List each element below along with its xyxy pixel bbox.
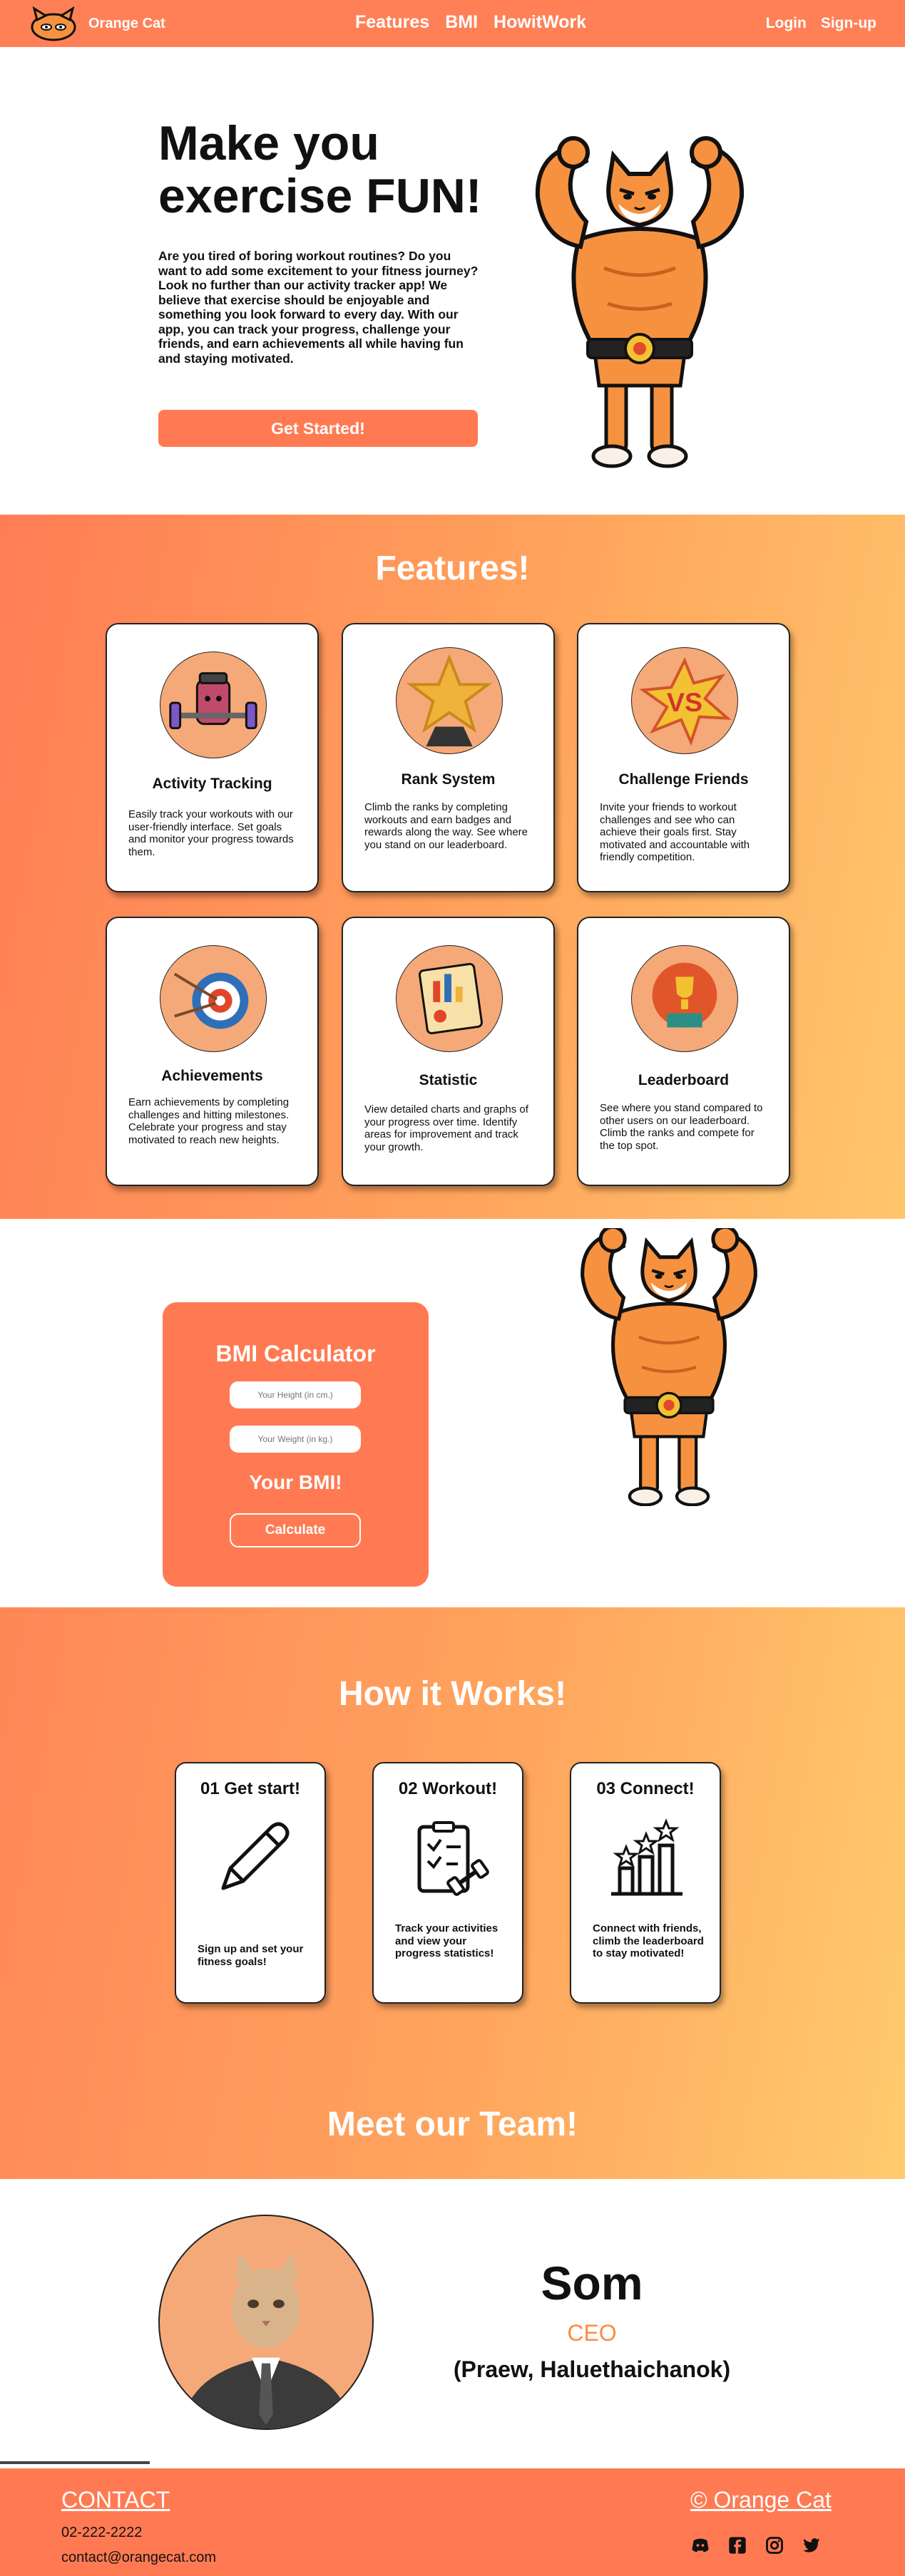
team-section: Som CEO (Praew, Haluethaichanok) (0, 2179, 905, 2468)
features-section: Features! Activity Tracking Easily track… (0, 515, 905, 1219)
dumbbell-jar-icon (160, 651, 267, 758)
muscle-cat-illustration (529, 136, 750, 471)
feature-card-rank-system: Rank System Climb the ranks by completin… (342, 623, 555, 892)
feature-card-statistic: Statistic View detailed charts and graph… (342, 917, 555, 1186)
top-nav: Orange Cat Features BMI HowitWork Login … (0, 0, 905, 47)
contact-link[interactable]: CONTACT (61, 2487, 170, 2513)
nav-link-howitwork[interactable]: HowitWork (494, 12, 586, 33)
contact-phone: 02-222-2222 (61, 2525, 143, 2540)
bmi-section: BMI Calculator Your BMI! Calculate (0, 1219, 905, 1607)
cat-logo-icon (31, 6, 76, 41)
get-started-button[interactable]: Get Started! (158, 410, 478, 447)
feature-card-title: Statistic (419, 1072, 478, 1088)
footer: CONTACT 02-222-2222 contact@orangecat.co… (0, 2468, 905, 2576)
team-member-name: Som (541, 2257, 643, 2309)
feature-card-title: Achievements (161, 1068, 263, 1084)
feature-card-text: See where you stand compared to other us… (600, 1102, 763, 1152)
login-link[interactable]: Login (766, 15, 807, 32)
pencil-icon (221, 1822, 290, 1890)
scrollbar[interactable] (0, 2461, 150, 2464)
feature-card-challenge-friends: VS Challenge Friends Invite your friends… (577, 623, 790, 892)
chart-board-icon (396, 945, 503, 1052)
step-title: 01 Get start! (200, 1779, 301, 1798)
step-card-connect: 03 Connect! Connect with friends, climb … (570, 1762, 721, 2004)
bmi-result: Your BMI! (249, 1471, 342, 1493)
feature-card-text: View detailed charts and graphs of your … (364, 1103, 528, 1153)
brand[interactable]: Orange Cat (29, 6, 165, 41)
height-input[interactable] (230, 1381, 361, 1408)
svg-text:VS: VS (667, 687, 702, 717)
nav-link-bmi[interactable]: BMI (445, 12, 478, 33)
step-text: Sign up and set your fitness goals! (198, 1943, 304, 1968)
feature-card-text: Easily track your workouts with our user… (128, 808, 294, 858)
target-icon (160, 945, 267, 1052)
podium-trophy-icon (631, 945, 738, 1052)
how-it-works-title: How it Works! (338, 1675, 567, 1713)
feature-card-title: Leaderboard (638, 1072, 730, 1088)
step-card-get-start: 01 Get start! Sign up and set your fitne… (175, 1762, 326, 2004)
weight-input[interactable] (230, 1426, 361, 1453)
bmi-title: BMI Calculator (215, 1341, 376, 1366)
contact-email: contact@orangecat.com (61, 2550, 217, 2565)
feature-card-title: Rank System (401, 771, 496, 788)
social-links (690, 2535, 822, 2555)
star-bars-icon (611, 1818, 682, 1896)
team-member-full-name: (Praew, Haluethaichanok) (453, 2356, 731, 2382)
feature-card-title: Challenge Friends (618, 771, 749, 788)
feature-card-text: Invite your friends to workout challenge… (600, 801, 750, 863)
step-title: 03 Connect! (596, 1779, 695, 1798)
brand-name: Orange Cat (88, 15, 165, 31)
muscle-cat-illustration (558, 1228, 779, 1506)
auth-links: Login Sign-up (766, 15, 876, 32)
facebook-icon[interactable] (727, 2535, 747, 2555)
how-it-works-section: How it Works! 01 Get start! Sign up and … (0, 1607, 905, 2179)
hero-description: Are you tired of boring workout routines… (158, 249, 479, 366)
step-text: Track your activities and view your prog… (395, 1922, 498, 1959)
calculate-button[interactable]: Calculate (230, 1513, 361, 1547)
feature-card-title: Activity Tracking (152, 776, 272, 792)
instagram-icon[interactable] (765, 2535, 784, 2555)
feature-card-text: Climb the ranks by completing workouts a… (364, 801, 528, 851)
feature-card-text: Earn achievements by completing challeng… (128, 1096, 290, 1146)
step-title: 02 Workout! (398, 1779, 498, 1798)
nav-link-features[interactable]: Features (355, 12, 429, 33)
discord-icon[interactable] (690, 2535, 710, 2555)
features-title: Features! (375, 550, 530, 587)
signup-link[interactable]: Sign-up (821, 15, 876, 32)
step-text: Connect with friends, climb the leaderbo… (593, 1922, 704, 1959)
clipboard-dumbbell-icon (417, 1821, 489, 1896)
hero-title: Make you exercise FUN! (158, 116, 482, 223)
feature-card-leaderboard: Leaderboard See where you stand compared… (577, 917, 790, 1186)
hero-section: Make you exercise FUN! Are you tired of … (0, 47, 905, 515)
twitter-icon[interactable] (802, 2535, 822, 2555)
team-member-photo (158, 2215, 374, 2430)
star-trophy-icon (396, 647, 503, 754)
team-title: Meet our Team! (327, 2106, 578, 2143)
bmi-calculator: BMI Calculator Your BMI! Calculate (163, 1302, 429, 1587)
nav-links: Features BMI HowitWork (355, 12, 586, 33)
versus-icon: VS (631, 647, 738, 754)
feature-card-activity-tracking: Activity Tracking Easily track your work… (106, 623, 319, 892)
feature-card-achievements: Achievements Earn achievements by comple… (106, 917, 319, 1186)
copyright-link[interactable]: © Orange Cat (690, 2487, 832, 2513)
team-member-role: CEO (567, 2320, 617, 2346)
step-card-workout: 02 Workout! Track your activities and vi… (372, 1762, 523, 2004)
